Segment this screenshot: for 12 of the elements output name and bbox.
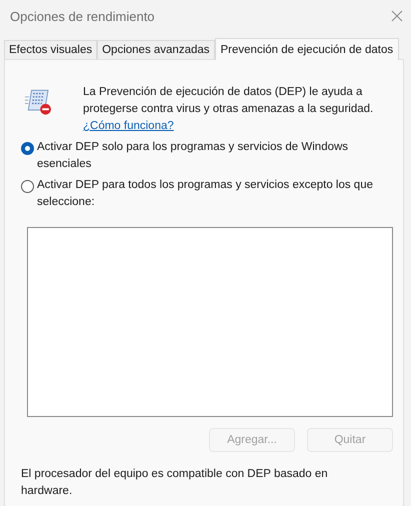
how-it-works-link[interactable]: ¿Cómo funciona?	[83, 118, 174, 135]
tab[interactable]: Prevención de ejecución de datos	[214, 38, 400, 60]
close-icon[interactable]	[391, 10, 403, 22]
tab[interactable]: Efectos visuales	[4, 40, 98, 59]
radio-button[interactable]	[21, 180, 34, 193]
hardware-support-text: El procesador del equipo es compatible con DEP basado en hardware.	[21, 467, 329, 499]
window-title: Opciones de rendimiento	[10, 8, 155, 24]
radio-label: Activar DEP para todos los programas y servicios excepto los que seleccione:	[37, 178, 374, 210]
radio-label: Activar DEP solo para los programas y servicios de Windows esenciales	[37, 140, 350, 172]
description-text: La Prevención de ejecución de datos (DEP) le ayuda a protegerse contra virus y otras amenazas a la seguridad.	[83, 85, 374, 117]
radio-button[interactable]	[21, 142, 34, 155]
tab[interactable]: Opciones avanzadas	[97, 40, 215, 59]
